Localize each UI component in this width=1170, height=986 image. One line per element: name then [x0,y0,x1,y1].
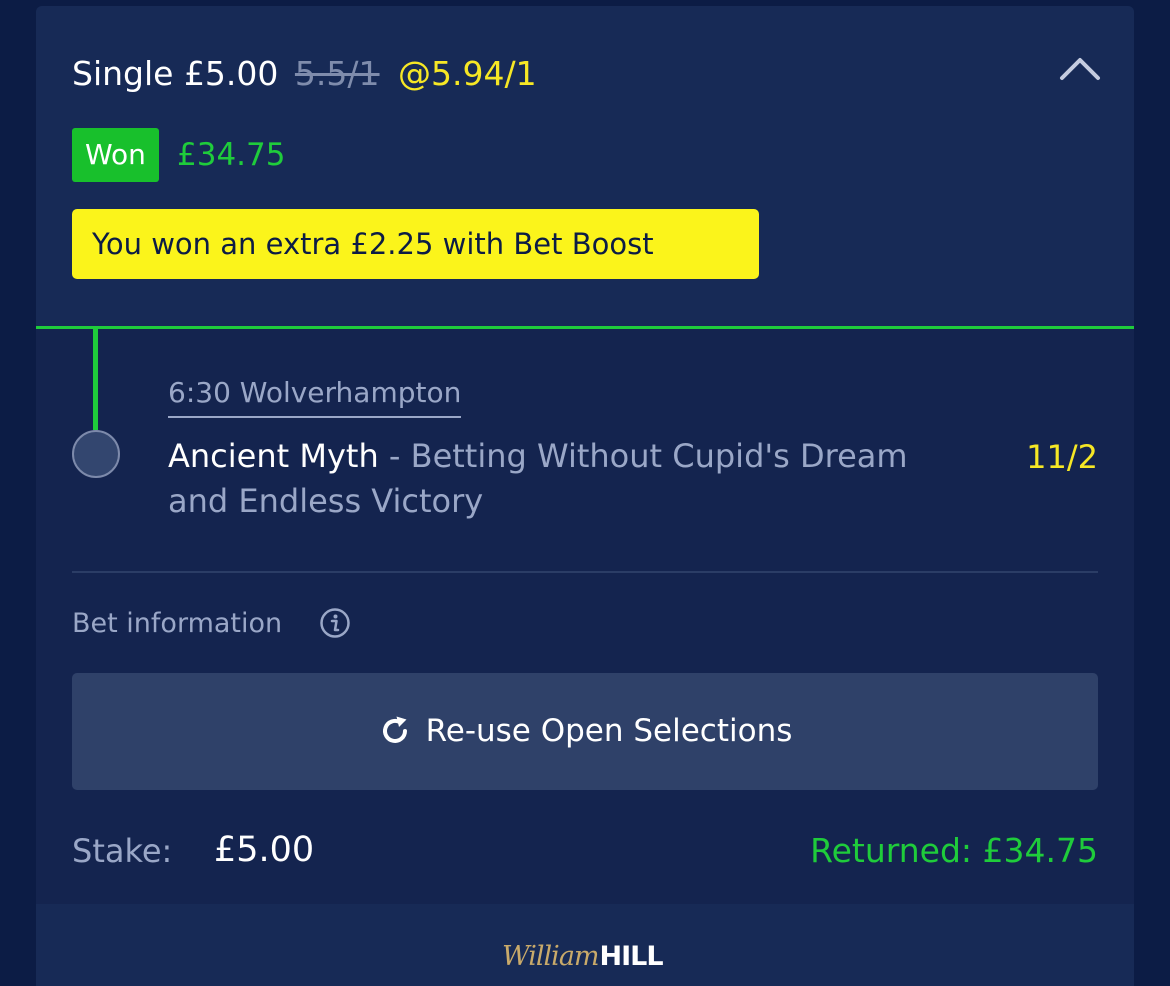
runner-name: Ancient Myth [168,437,379,475]
selection-dot-icon [72,430,120,478]
selection-odds: 11/2 [1026,438,1098,476]
bet-title: Single £5.00 5.5/1 @5.94/1 [72,54,537,94]
bet-header: Single £5.00 5.5/1 @5.94/1 Won £34.75 Yo… [36,6,1134,326]
timeline-line [93,326,98,430]
boosted-odds: @5.94/1 [398,54,537,93]
event-link[interactable]: 6:30 Wolverhampton [168,374,462,418]
bet-information-link[interactable]: Bet information [72,606,282,642]
info-icon[interactable] [319,607,351,639]
bet-boost-banner: You won an extra £2.25 with Bet Boost [72,209,759,279]
won-amount: £34.75 [177,137,286,173]
reuse-button-content: Re-use Open Selections [72,711,1098,751]
status-badge: Won [72,128,159,182]
william-hill-logo: WilliamHILL [502,940,664,977]
original-odds: 5.5/1 [294,54,380,93]
status-divider [36,326,1134,329]
chevron-up-icon [1060,58,1100,80]
footer: WilliamHILL [36,904,1134,986]
bet-type-stake: Single £5.00 [72,54,279,93]
refresh-icon [382,716,407,743]
collapse-button[interactable] [1056,48,1104,88]
bet-card: Single £5.00 5.5/1 @5.94/1 Won £34.75 Yo… [36,6,1134,986]
selection-description: Ancient Myth - Betting Without Cupid's D… [168,434,928,524]
logo-script-text: William [502,941,600,972]
logo-block-text: HILL [599,941,664,972]
section-divider [72,571,1098,573]
reuse-button-label: Re-use Open Selections [425,713,793,749]
reuse-selections-button[interactable]: Re-use Open Selections [72,673,1098,790]
returned-amount: Returned: £34.75 [810,831,1098,870]
stake-value: £5.00 [214,830,315,870]
stake-label: Stake: [72,832,173,870]
